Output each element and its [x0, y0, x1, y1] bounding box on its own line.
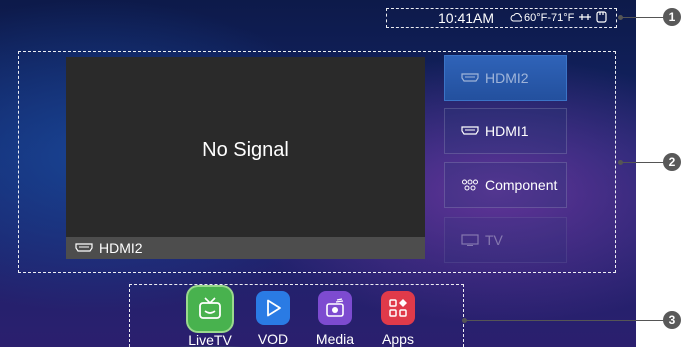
- source-label: HDMI1: [485, 123, 529, 139]
- preview-source-label: HDMI2: [99, 240, 143, 256]
- callout-number-1: 1: [663, 8, 681, 26]
- app-vod[interactable]: VOD: [249, 291, 297, 347]
- callout-number-3: 3: [663, 311, 681, 329]
- apps-icon: [381, 291, 415, 325]
- app-label: LiveTV: [188, 332, 232, 347]
- play-icon: [256, 291, 290, 325]
- hdmi-icon: [75, 243, 93, 252]
- hdmi-icon: [461, 73, 479, 82]
- hdmi-icon: [461, 126, 479, 135]
- app-label: Media: [315, 331, 355, 347]
- app-media[interactable]: Media: [311, 291, 359, 347]
- network-icon: [579, 14, 591, 20]
- callout-number-2: 2: [663, 153, 681, 171]
- source-item-tv[interactable]: TV: [444, 217, 567, 263]
- livetv-icon: [188, 287, 232, 331]
- weather-display: 60°F-71°F: [510, 12, 574, 24]
- app-livetv[interactable]: LiveTV: [180, 287, 240, 347]
- storage-icon: [596, 11, 607, 23]
- weather-temperature: 60°F-71°F: [524, 12, 575, 24]
- tv-icon: [461, 234, 479, 246]
- callout-line: [464, 320, 664, 321]
- tv-home-screen: 10:41AM 60°F-71°F No Signal HDMI2 HDMI2 …: [0, 0, 636, 347]
- source-item-hdmi1[interactable]: HDMI1: [444, 108, 567, 154]
- callout-line: [620, 162, 664, 163]
- callout-line: [620, 17, 664, 18]
- clock: 10:41AM: [438, 10, 495, 26]
- preview-source-bar: HDMI2: [66, 237, 425, 259]
- source-preview[interactable]: No Signal HDMI2: [66, 57, 425, 259]
- app-apps[interactable]: Apps: [374, 291, 422, 347]
- app-label: Apps: [382, 331, 414, 347]
- source-label: TV: [485, 232, 503, 248]
- status-icons: [578, 11, 607, 23]
- weather-icon: [510, 13, 522, 22]
- component-icon: [462, 179, 478, 191]
- source-item-component[interactable]: Component: [444, 162, 567, 208]
- source-item-hdmi2[interactable]: HDMI2: [444, 55, 567, 101]
- source-label: Component: [485, 177, 558, 193]
- media-icon: [318, 291, 352, 325]
- app-label: VOD: [257, 331, 289, 347]
- source-label: HDMI2: [485, 70, 529, 86]
- no-signal-message: No Signal: [202, 139, 289, 161]
